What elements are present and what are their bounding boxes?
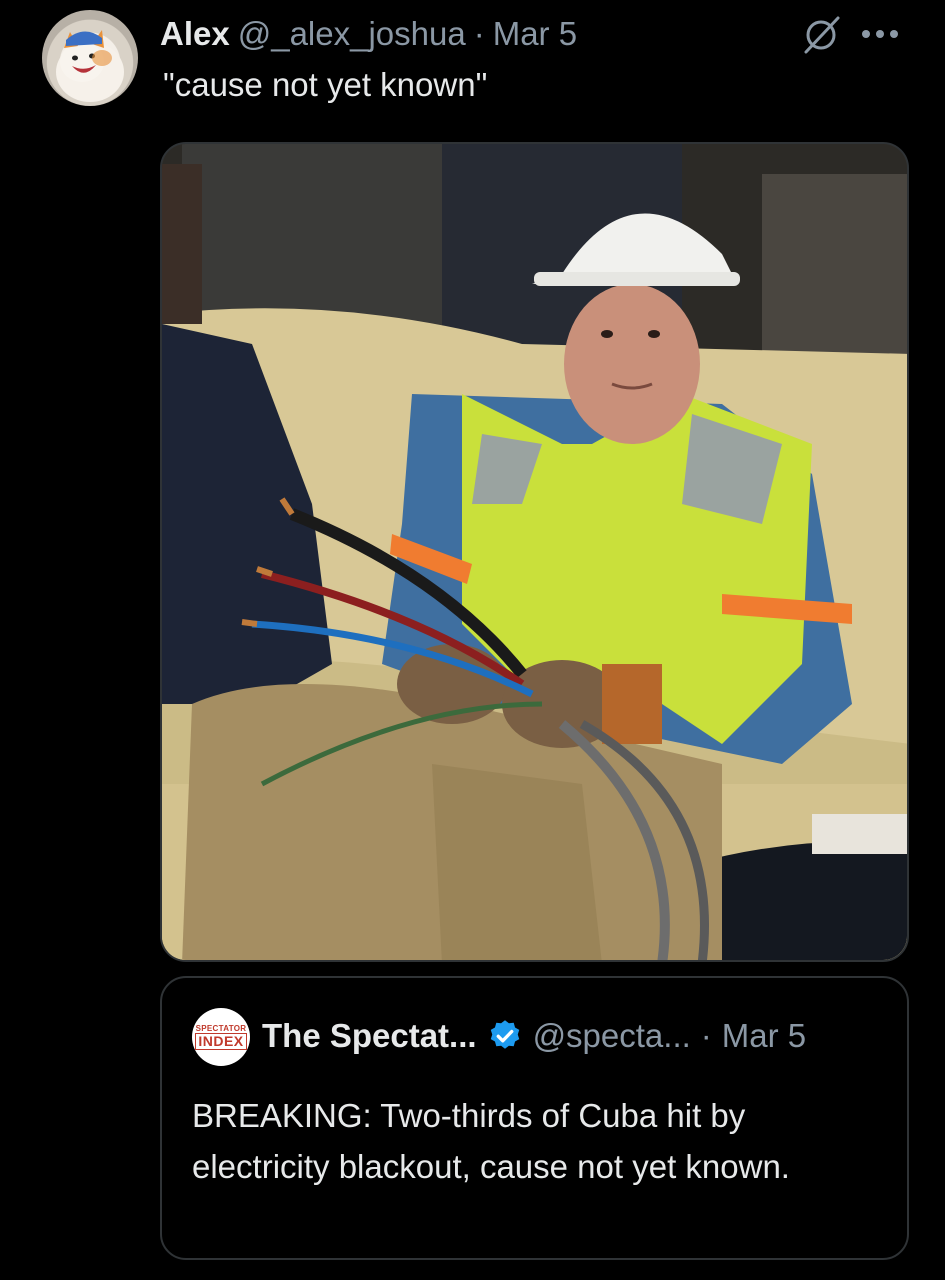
- quote-avatar-line2: INDEX: [195, 1033, 247, 1050]
- tweet-date[interactable]: Mar 5: [493, 15, 577, 53]
- photo-image: [162, 144, 907, 960]
- verified-badge-icon: [490, 1020, 519, 1049]
- dot-2: [876, 30, 884, 38]
- dot-3: [890, 30, 898, 38]
- author-handle[interactable]: @_alex_joshua: [238, 15, 466, 53]
- quote-header: The Spectat... @specta... · Mar 5: [262, 1014, 806, 1058]
- quote-avatar[interactable]: SPECTATOR INDEX: [192, 1008, 250, 1066]
- quoted-tweet[interactable]: SPECTATOR INDEX The Spectat... @specta..…: [160, 976, 909, 1260]
- author-name[interactable]: Alex: [160, 15, 230, 53]
- tweet-text: "cause not yet known": [163, 66, 488, 103]
- quote-separator-dot: ·: [700, 1017, 712, 1054]
- cat-avatar-icon: [56, 30, 124, 102]
- more-dots-icon[interactable]: [862, 24, 908, 44]
- user-avatar[interactable]: [42, 10, 138, 106]
- quote-author-name[interactable]: The Spectat...: [262, 1017, 477, 1055]
- grok-icon[interactable]: [800, 14, 842, 56]
- quote-date[interactable]: Mar 5: [722, 1017, 806, 1055]
- quote-text: BREAKING: Two-thirds of Cuba hit by elec…: [192, 1097, 790, 1185]
- dot-1: [862, 30, 870, 38]
- tweet[interactable]: Alex @_alex_joshua · Mar 5 "cause not ye…: [0, 0, 945, 1280]
- separator-dot: ·: [473, 15, 485, 52]
- quote-author-handle[interactable]: @specta...: [533, 1017, 691, 1055]
- tweet-media-photo[interactable]: [160, 142, 909, 962]
- quote-avatar-line1: SPECTATOR: [195, 1024, 247, 1033]
- tweet-header: Alex @_alex_joshua · Mar 5: [160, 14, 577, 54]
